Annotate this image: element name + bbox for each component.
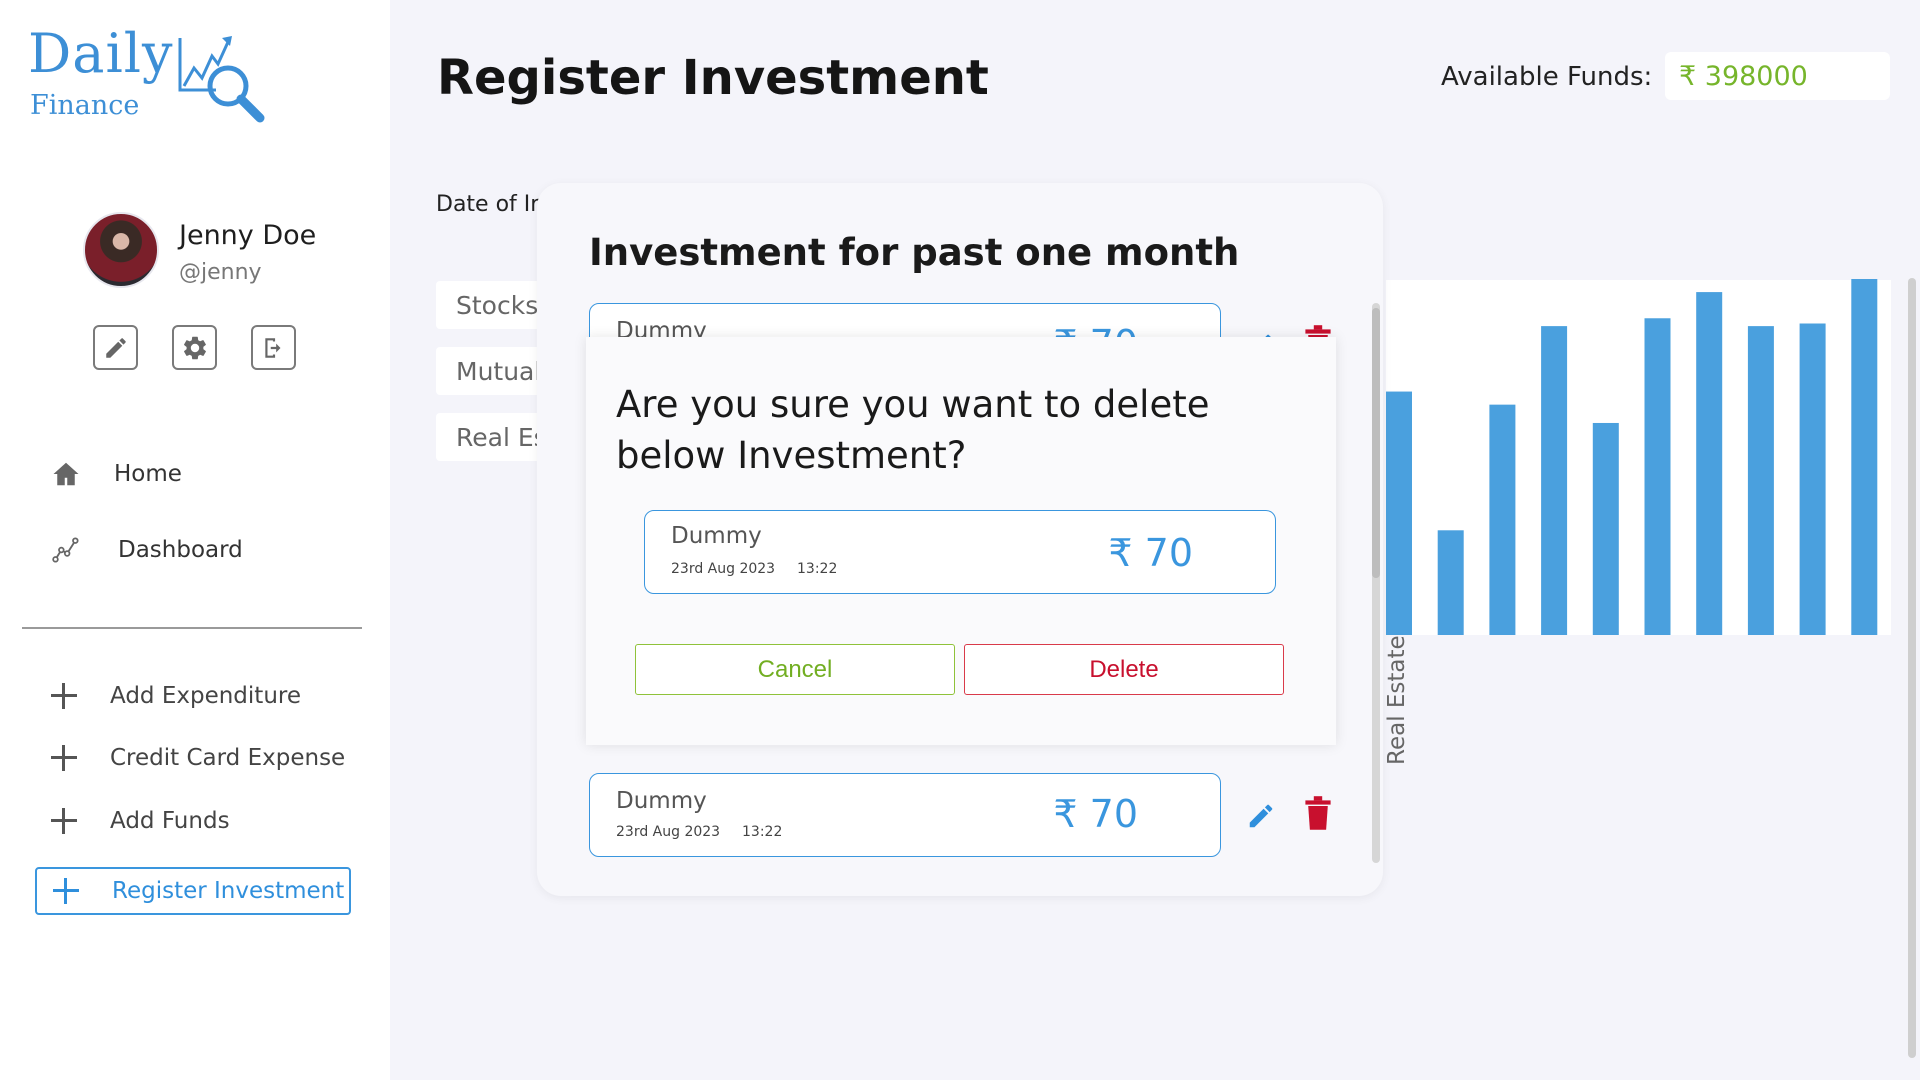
settings-button[interactable] [172,325,217,370]
chart-bar [1437,530,1464,635]
plus-icon [48,805,80,837]
plus-icon [50,875,82,907]
investment-amount: ₹ 70 [1053,792,1138,836]
action-label: Credit Card Expense [110,745,346,771]
delete-button[interactable]: Delete [964,644,1284,695]
dialog-investment-card: Dummy 23rd Aug 2023 13:22 ₹ 70 [644,510,1276,594]
investment-card[interactable]: Dummy 23rd Aug 2023 13:22 ₹ 70 [589,773,1221,857]
action-label: Add Expenditure [110,683,301,709]
gear-icon [183,336,206,359]
nav-item-label: Home [114,461,182,487]
investment-bar-chart [1386,279,1878,635]
investment-name: Dummy [616,788,707,814]
investment-time: 13:22 [797,561,838,577]
chart-bar [1747,326,1774,635]
page-scrollbar[interactable] [1908,278,1916,1058]
add-expenditure-button[interactable]: Add Expenditure [48,680,301,712]
logout-button[interactable] [251,325,296,370]
avatar[interactable] [83,212,159,288]
add-funds-button[interactable]: Add Funds [48,805,230,837]
investment-amount: ₹ 70 [1108,531,1193,575]
pencil-icon [105,337,126,358]
chart-bar [1644,318,1671,635]
home-icon [48,456,84,492]
chart-bar [1851,279,1878,635]
sidebar: Daily Finance Jenny Doe @jenny Home Dash… [0,0,390,1080]
logout-icon [264,337,280,358]
nav-item-dashboard[interactable]: Dashboard [48,532,243,568]
page-title: Register Investment [437,50,989,106]
app-logo: Daily Finance [28,22,288,132]
chart-bar [1489,404,1516,635]
sidebar-divider [22,627,362,629]
chart-bar [1592,422,1619,635]
edit-icon[interactable] [1246,801,1276,831]
nav-item-label: Dashboard [118,537,243,563]
chart-bar [1386,391,1412,635]
chart-bar [1696,292,1723,635]
trash-icon[interactable] [1304,796,1332,830]
plus-icon [48,742,80,774]
edit-profile-button[interactable] [93,325,138,370]
profile-actions [93,325,296,370]
action-label: Register Investment [112,878,345,904]
available-funds-value: ₹ 398000 [1665,52,1890,100]
available-funds-label: Available Funds: [1441,62,1653,92]
cancel-button[interactable]: Cancel [635,644,955,695]
chart-bar [1799,323,1826,635]
nav-item-home[interactable]: Home [48,456,182,492]
dialog-message: Are you sure you want to delete below In… [616,383,1210,477]
investment-name: Dummy [671,523,762,549]
action-label: Add Funds [110,808,230,834]
investment-date: 23rd Aug 2023 [671,561,776,577]
register-investment-button[interactable]: Register Investment [35,867,351,915]
investment-time: 13:22 [742,824,783,840]
logo-text-finance: Finance [30,90,140,121]
logo-text-daily: Daily [28,22,174,85]
credit-card-expense-button[interactable]: Credit Card Expense [48,742,345,774]
investment-date: 23rd Aug 2023 [616,824,721,840]
panel-scrollbar-thumb[interactable] [1372,308,1380,578]
panel-title: Investment for past one month [589,231,1240,274]
dashboard-icon [48,532,84,568]
chart-bar [1541,326,1568,635]
delete-confirm-dialog: Are you sure you want to delete below In… [586,337,1336,745]
chart-x-axis-label: Real Estate [1384,635,1410,765]
user-name: Jenny Doe [179,220,317,251]
date-of-investment-label: Date of Ir [436,192,540,217]
plus-icon [48,680,80,712]
user-handle: @jenny [179,260,262,285]
logo-chart-magnifier-icon [178,36,265,123]
